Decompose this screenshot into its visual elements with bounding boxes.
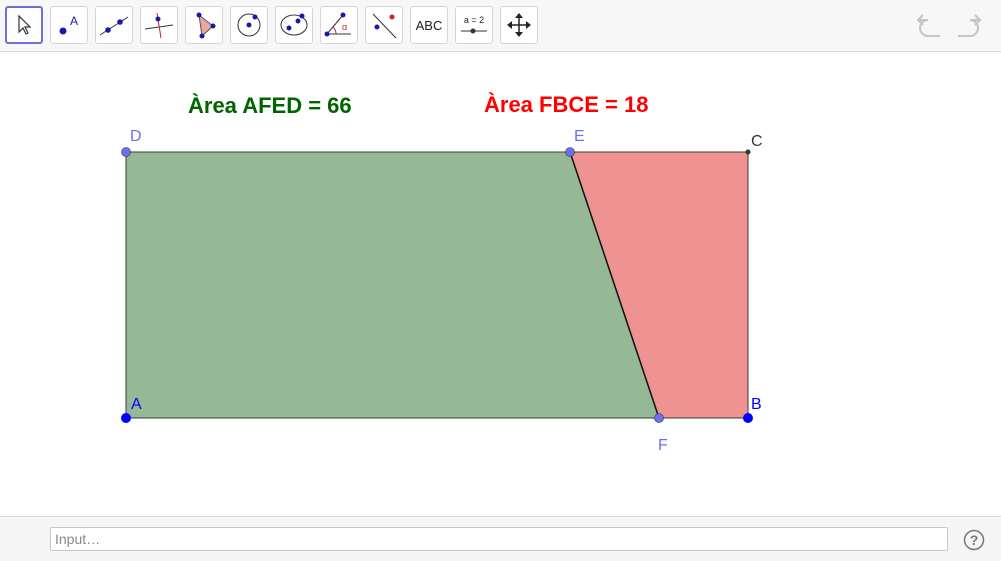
- graphics-view[interactable]: Àrea AFED = 66 Àrea FBCE = 18 A B C D E …: [0, 53, 1001, 516]
- angle-icon-label: α: [342, 22, 347, 32]
- point-icon-label: A: [70, 14, 78, 28]
- line-tool-button[interactable]: [95, 6, 133, 44]
- point-a[interactable]: [121, 413, 131, 423]
- area-fbce-label: Àrea FBCE = 18: [484, 92, 648, 117]
- move-graphics-icon: [507, 13, 531, 37]
- move-arrow-icon: [18, 14, 32, 35]
- area-afed-label: Àrea AFED = 66: [188, 93, 352, 118]
- point-f[interactable]: [654, 413, 664, 423]
- point-e-label: E: [574, 128, 585, 145]
- ellipse-tool-button[interactable]: [275, 6, 313, 44]
- move-tool-button[interactable]: [5, 6, 43, 44]
- undo-icon[interactable]: [914, 12, 946, 40]
- point-c[interactable]: [745, 149, 751, 155]
- perpendicular-line-icon: [144, 12, 174, 39]
- line-icon: [99, 16, 129, 36]
- text-icon: ABC: [415, 17, 443, 33]
- toolbar: A α ABC a = 2: [0, 0, 1001, 52]
- angle-icon: α: [324, 12, 351, 37]
- help-icon-label: ?: [970, 532, 979, 548]
- reflect-tool-button[interactable]: [365, 6, 403, 44]
- redo-icon[interactable]: [952, 12, 984, 40]
- input-bar: ?: [0, 516, 1001, 561]
- angle-tool-button[interactable]: α: [320, 6, 358, 44]
- point-e[interactable]: [565, 147, 575, 157]
- point-b[interactable]: [743, 413, 753, 423]
- slider-icon-label: a = 2: [464, 15, 484, 25]
- slider-tool-button[interactable]: a = 2: [455, 6, 493, 44]
- algebra-input[interactable]: [50, 527, 948, 551]
- point-a-label: A: [131, 396, 142, 413]
- point-d[interactable]: [121, 147, 131, 157]
- circle-tool-button[interactable]: [230, 6, 268, 44]
- ellipse-icon: [280, 13, 308, 36]
- point-b-label: B: [751, 396, 762, 413]
- point-d-label: D: [130, 128, 142, 145]
- move-graphics-tool-button[interactable]: [500, 6, 538, 44]
- circle-icon: [237, 13, 261, 37]
- point-icon: A: [59, 14, 78, 35]
- text-tool-button[interactable]: ABC: [410, 6, 448, 44]
- point-f-label: F: [658, 437, 668, 454]
- polygon-tool-button[interactable]: [185, 6, 223, 44]
- point-tool-button[interactable]: A: [50, 6, 88, 44]
- slider-icon: a = 2: [461, 15, 487, 34]
- polygon-icon: [196, 12, 216, 39]
- polygon-afed[interactable]: [125, 151, 660, 419]
- help-icon[interactable]: ?: [963, 529, 985, 551]
- reflect-icon: [372, 13, 397, 39]
- point-c-label: C: [751, 133, 763, 150]
- perpendicular-line-tool-button[interactable]: [140, 6, 178, 44]
